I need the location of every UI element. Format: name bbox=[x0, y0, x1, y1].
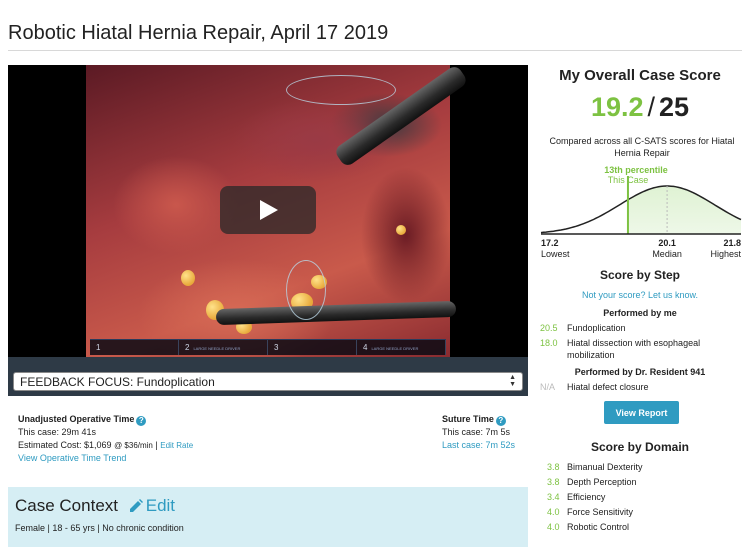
video-segment[interactable]: 3 bbox=[268, 340, 357, 355]
edit-rate-link[interactable]: Edit Rate bbox=[160, 441, 193, 450]
score-distribution-chart: 13th percentile This Case 17.2 Lowest 20… bbox=[540, 165, 741, 259]
highest-label: Highest bbox=[710, 249, 741, 259]
performed-by-resident-heading: Performed by Dr. Resident 941 bbox=[574, 367, 706, 377]
domain-score: 3.8 bbox=[547, 462, 560, 472]
max-score-value: 25 bbox=[659, 92, 690, 122]
domain-score: 4.0 bbox=[547, 522, 560, 532]
score-by-domain-heading: Score by Domain bbox=[590, 440, 690, 454]
step-label: Hiatal defect closure bbox=[567, 382, 649, 392]
video-segment[interactable]: 4 LARGE NEEDLE DRIVER bbox=[357, 340, 446, 355]
suture-time-last-case[interactable]: Last case: 7m 52s bbox=[442, 439, 515, 452]
overall-score: 19.2/25 bbox=[590, 92, 690, 122]
step-score: 20.5 bbox=[540, 323, 558, 333]
tissue-detail bbox=[396, 225, 406, 235]
overall-score-heading: My Overall Case Score bbox=[559, 67, 721, 84]
domain-row: 3.8 Bimanual Dexterity bbox=[547, 462, 737, 472]
help-icon[interactable]: ? bbox=[495, 416, 506, 426]
comparison-note: Compared across all C-SATS scores for Hi… bbox=[549, 136, 735, 158]
video-segment[interactable]: 1 bbox=[90, 340, 179, 355]
domain-score: 3.4 bbox=[547, 492, 560, 502]
score-by-step-heading: Score by Step bbox=[599, 268, 681, 282]
play-button[interactable] bbox=[220, 186, 316, 234]
video-player[interactable]: 1 2 LARGE NEEDLE DRIVER 3 4 LARGE NEEDLE D… bbox=[8, 65, 528, 357]
step-score: 18.0 bbox=[540, 338, 558, 348]
operative-time-trend-link[interactable]: View Operative Time Trend bbox=[18, 452, 193, 465]
feedback-focus-value: FEEDBACK FOCUS: Fundoplication bbox=[20, 375, 215, 389]
domain-row: 3.4 Efficiency bbox=[547, 492, 737, 502]
domain-label: Force Sensitivity bbox=[567, 507, 634, 517]
suture-time-this-case: This case: 7m 5s bbox=[442, 427, 511, 437]
domain-label: Depth Perception bbox=[567, 477, 637, 487]
this-case-label: This Case bbox=[608, 175, 649, 185]
case-context-details: Female | 18 - 65 yrs | No chronic condit… bbox=[15, 523, 184, 533]
domain-label: Efficiency bbox=[567, 492, 606, 502]
suture-time-heading: Suture Time bbox=[442, 414, 494, 424]
performed-by-me-heading: Performed by me bbox=[603, 308, 677, 318]
domain-row: 3.8 Depth Perception bbox=[547, 477, 737, 487]
highest-value: 21.8 bbox=[723, 238, 741, 248]
lowest-value: 17.2 bbox=[541, 238, 559, 248]
domain-score: 3.8 bbox=[547, 477, 560, 487]
step-score: N/A bbox=[540, 382, 556, 392]
domain-score: 4.0 bbox=[547, 507, 560, 517]
case-context-title: Case Context Edit bbox=[15, 496, 176, 515]
robotic-instrument bbox=[215, 300, 457, 326]
not-your-score-link[interactable]: Not your score? Let us know. bbox=[536, 290, 744, 300]
page-title: Robotic Hiatal Hernia Repair, April 17 2… bbox=[8, 22, 389, 44]
domain-label: Bimanual Dexterity bbox=[567, 462, 643, 472]
suture-time-panel: Suture Time? This case: 7m 5s Last case:… bbox=[442, 413, 515, 452]
median-value: 20.1 bbox=[658, 238, 676, 248]
video-step-bar[interactable]: 1 2 LARGE NEEDLE DRIVER 3 4 LARGE NEEDLE D… bbox=[90, 339, 446, 355]
tissue-detail bbox=[181, 270, 195, 286]
operative-time-this-case: This case: 29m 41s bbox=[18, 427, 97, 437]
lowest-label: Lowest bbox=[541, 249, 570, 259]
estimated-cost: Estimated Cost: $1,069 bbox=[18, 440, 112, 450]
title-divider bbox=[8, 50, 742, 51]
operative-time-panel: Unadjusted Operative Time? This case: 29… bbox=[18, 414, 194, 465]
domain-row: 4.0 Robotic Control bbox=[547, 522, 737, 532]
suture-thread bbox=[286, 260, 326, 320]
operative-time-heading: Unadjusted Operative Time bbox=[18, 414, 135, 424]
play-icon bbox=[260, 200, 278, 220]
my-score-value: 19.2 bbox=[590, 92, 644, 122]
domain-row: 4.0 Force Sensitivity bbox=[547, 507, 737, 517]
step-row[interactable]: N/A Hiatal defect closure bbox=[540, 381, 740, 393]
help-icon[interactable]: ? bbox=[136, 416, 147, 426]
median-label: Median bbox=[652, 249, 682, 259]
step-label: Hiatal dissection with esophageal mobili… bbox=[567, 338, 701, 360]
domain-label: Robotic Control bbox=[567, 522, 630, 532]
select-arrows-icon: ▲ ▼ bbox=[509, 374, 516, 388]
percentile-label: 13th percentile bbox=[604, 165, 668, 175]
step-row[interactable]: 20.5 Fundoplication bbox=[540, 322, 740, 334]
case-context-panel: Case Context Edit Female | 18 - 65 yrs |… bbox=[8, 487, 528, 547]
feedback-focus-select[interactable]: FEEDBACK FOCUS: Fundoplication ▲ ▼ bbox=[13, 372, 523, 391]
cost-rate: @ $36/min bbox=[114, 441, 153, 450]
video-segment[interactable]: 2 LARGE NEEDLE DRIVER bbox=[179, 340, 268, 355]
step-row[interactable]: 18.0 Hiatal dissection with esophageal m… bbox=[540, 337, 740, 361]
pencil-icon bbox=[129, 499, 143, 512]
case-context-edit-button[interactable]: Edit bbox=[129, 496, 175, 515]
step-label: Fundoplication bbox=[567, 323, 626, 333]
view-report-button[interactable]: View Report bbox=[604, 401, 679, 424]
suture-thread bbox=[286, 75, 396, 105]
feedback-focus-bar: FEEDBACK FOCUS: Fundoplication ▲ ▼ bbox=[8, 357, 528, 396]
